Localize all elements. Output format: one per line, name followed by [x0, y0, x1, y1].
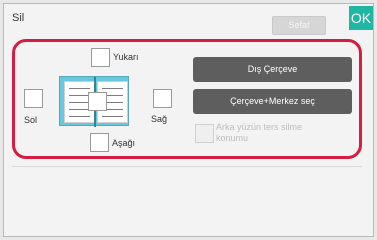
top-checkbox[interactable] [91, 48, 110, 67]
outer-frame-button[interactable]: Dış Çerçeve [193, 57, 352, 82]
dialog-title: Sil [12, 12, 25, 24]
bottom-label: Aşağı [112, 138, 136, 148]
right-label: Sağ [151, 114, 168, 124]
left-label: Sol [24, 115, 38, 125]
ok-button[interactable]: OK [349, 6, 373, 30]
top-label: Yukarı [113, 52, 139, 62]
center-checkbox[interactable] [88, 92, 107, 111]
right-checkbox[interactable] [153, 89, 172, 108]
bottom-checkbox[interactable] [90, 133, 109, 152]
frame-center-button[interactable]: Çerçeve+Merkez seç [193, 89, 352, 114]
divider [12, 166, 362, 167]
book-icon [59, 76, 129, 127]
back-side-checkbox[interactable] [195, 124, 214, 143]
back-side-label: Arka yüzün ters silme konumu [216, 122, 303, 143]
left-checkbox[interactable] [24, 89, 43, 108]
clear-button[interactable]: Sefaf [272, 16, 326, 35]
